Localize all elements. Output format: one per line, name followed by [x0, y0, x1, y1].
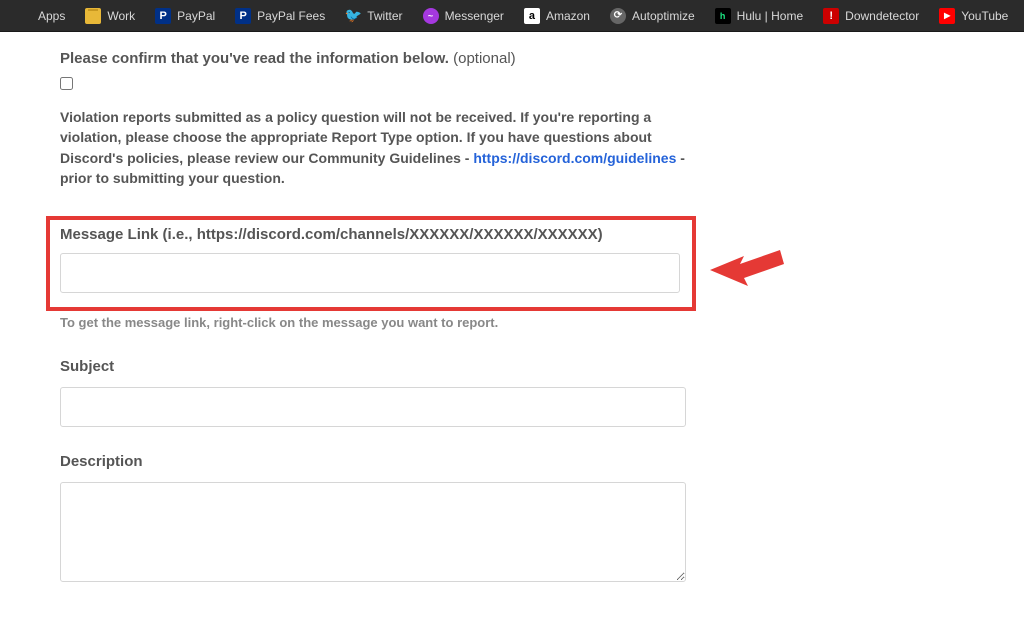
bookmark-label: YouTube	[961, 9, 1008, 23]
folder-icon	[85, 8, 101, 24]
confirm-heading-optional: (optional)	[453, 50, 516, 67]
description-textarea[interactable]	[60, 482, 686, 582]
autoptimize-icon: ⟳	[610, 8, 626, 24]
bookmark-work[interactable]: Work	[77, 4, 143, 28]
guidelines-link[interactable]: https://discord.com/guidelines	[473, 150, 676, 166]
bookmark-label: Autoptimize	[632, 9, 695, 23]
message-link-highlight: Message Link (i.e., https://discord.com/…	[46, 216, 696, 311]
bookmark-twitter[interactable]: 🐦 Twitter	[337, 4, 410, 28]
disclaimer-text: Violation reports submitted as a policy …	[60, 107, 700, 188]
bookmark-hulu[interactable]: h Hulu | Home	[707, 4, 811, 28]
bookmark-label: Amazon	[546, 9, 590, 23]
apps-grid-icon	[16, 8, 32, 24]
confirm-checkbox[interactable]	[60, 77, 73, 90]
bookmark-label: Downdetector	[845, 9, 919, 23]
paypal-icon: P	[155, 8, 171, 24]
bookmark-label: Apps	[38, 9, 65, 23]
message-link-label: Message Link (i.e., https://discord.com/…	[60, 226, 682, 243]
hulu-icon: h	[715, 8, 731, 24]
bookmark-messenger[interactable]: ~ Messenger	[415, 4, 512, 28]
message-link-helper: To get the message link, right-click on …	[60, 315, 964, 330]
paypal-icon: P	[235, 8, 251, 24]
confirm-heading-text: Please confirm that you've read the info…	[60, 50, 449, 67]
annotation-arrow-icon	[710, 242, 790, 302]
bookmark-label: PayPal Fees	[257, 9, 325, 23]
form-content: Please confirm that you've read the info…	[0, 32, 1024, 633]
messenger-icon: ~	[423, 8, 439, 24]
bookmark-label: Work	[107, 9, 135, 23]
subject-input[interactable]	[60, 387, 686, 427]
description-label: Description	[60, 453, 964, 470]
bookmark-paypal-fees[interactable]: P PayPal Fees	[227, 4, 333, 28]
bookmark-label: Hulu | Home	[737, 9, 803, 23]
amazon-icon: a	[524, 8, 540, 24]
bookmark-autoptimize[interactable]: ⟳ Autoptimize	[602, 4, 703, 28]
confirm-heading: Please confirm that you've read the info…	[60, 50, 964, 67]
bookmark-label: Twitter	[367, 9, 402, 23]
youtube-icon: ▶	[939, 8, 955, 24]
bookmark-apps[interactable]: Apps	[8, 4, 73, 28]
bookmark-amazon[interactable]: a Amazon	[516, 4, 598, 28]
bookmark-label: PayPal	[177, 9, 215, 23]
bookmark-downdetector[interactable]: ! Downdetector	[815, 4, 927, 28]
bookmark-youtube[interactable]: ▶ YouTube	[931, 4, 1016, 28]
downdetector-icon: !	[823, 8, 839, 24]
bookmarks-bar: Apps Work P PayPal P PayPal Fees 🐦 Twitt…	[0, 0, 1024, 32]
twitter-icon: 🐦	[345, 8, 361, 24]
message-link-input[interactable]	[60, 253, 680, 293]
bookmark-paypal[interactable]: P PayPal	[147, 4, 223, 28]
bookmark-label: Messenger	[445, 9, 504, 23]
bookmark-twitch[interactable]: ⎇ Twitch	[1020, 4, 1024, 28]
subject-label: Subject	[60, 358, 964, 375]
